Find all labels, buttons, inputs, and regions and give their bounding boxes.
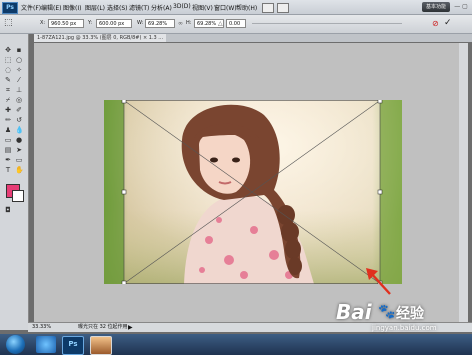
path-select-tool-icon[interactable]: ➤ <box>15 146 23 154</box>
ruler-tool-icon[interactable]: ⊥ <box>15 86 23 94</box>
background-color-swatch[interactable] <box>12 190 24 202</box>
status-info: 曝光只在 32 位起作用 <box>78 324 128 330</box>
transformed-image[interactable] <box>104 100 402 284</box>
move-tool-icon[interactable]: ✥ <box>4 46 12 54</box>
bridge-icon[interactable] <box>262 3 274 13</box>
history-brush-tool-icon[interactable]: ↺ <box>15 116 23 124</box>
angle-field[interactable]: 0.00 <box>226 19 246 28</box>
menu-window[interactable]: 窗口(W) <box>214 3 237 12</box>
menu-view[interactable]: 视图(V) <box>192 3 213 12</box>
menu-analysis[interactable]: 分析(A) <box>151 3 172 12</box>
eyedropper-tool-icon[interactable]: ⌿ <box>4 96 12 104</box>
quick-select-tool-icon[interactable]: ✎ <box>4 76 12 84</box>
red-arrow-icon <box>366 268 391 295</box>
transform-tool-icon[interactable]: ⬚ <box>4 18 14 29</box>
brush-tool-icon[interactable]: ✏ <box>4 116 12 124</box>
baidu-watermark: Bai 🐾 经验 jingyan.baidu.com <box>336 300 468 336</box>
menu-bar: Ps 文件(F) 编辑(E) 图像(I) 图层(L) 选择(S) 滤镜(T) 分… <box>0 0 472 15</box>
windows-start-icon[interactable] <box>6 335 25 354</box>
slice-tool-icon[interactable]: ⁄ <box>15 76 23 84</box>
ellipse-tool-icon[interactable]: ○ <box>15 56 23 64</box>
healing-tool-icon[interactable]: ✚ <box>4 106 12 114</box>
menu-select[interactable]: 选择(S) <box>107 3 128 12</box>
angle-icon: △ <box>218 20 223 27</box>
commit-transform-icon[interactable]: ✓ <box>444 19 453 28</box>
options-divider <box>252 23 402 24</box>
menu-edit[interactable]: 编辑(E) <box>41 3 61 12</box>
photoshop-logo: Ps <box>2 2 18 14</box>
crop-tool-icon[interactable]: ⌗ <box>4 86 12 94</box>
hand-tool-icon[interactable]: ✋ <box>15 166 24 174</box>
dodge-tool-icon[interactable]: ● <box>15 136 23 144</box>
pen-tool-icon[interactable]: ✒ <box>4 156 12 164</box>
artboard-tool-icon[interactable]: ▪ <box>15 46 23 54</box>
h-label: H: <box>186 20 192 26</box>
lasso-tool-icon[interactable]: ◌ <box>4 66 12 74</box>
width-field[interactable]: 69.28% <box>145 19 175 28</box>
watermark-brand-2: 经验 <box>396 306 424 322</box>
type-tool-icon[interactable]: T <box>4 166 12 174</box>
photoshop-taskbar-label: Ps <box>68 340 78 348</box>
menu-help[interactable]: 帮助(H) <box>236 3 257 12</box>
image-viewer-icon[interactable] <box>90 336 112 355</box>
menu-3d[interactable]: 3D(D) <box>173 3 191 10</box>
stamp-tool-icon[interactable]: ♟ <box>4 126 12 134</box>
y-label: Y: <box>88 20 93 26</box>
menu-filter[interactable]: 滤镜(T) <box>129 3 149 12</box>
magic-wand-tool-icon[interactable]: ✧ <box>15 66 23 74</box>
zoom-level[interactable]: 33.33% <box>32 323 51 332</box>
paw-icon: 🐾 <box>378 304 396 320</box>
menu-layer[interactable]: 图层(L) <box>85 3 105 12</box>
watermark-url: jingyan.baidu.com <box>372 324 437 332</box>
marquee-tool-icon[interactable]: ⬚ <box>4 56 12 64</box>
blur-tool-icon[interactable]: 💧 <box>15 126 24 134</box>
watermark-brand: Bai <box>336 300 372 324</box>
workspace-basic-button[interactable]: 基本功能 <box>422 2 450 12</box>
window-controls-icon[interactable]: — ▢ <box>453 3 469 11</box>
x-field[interactable]: 960.50 px <box>48 19 84 28</box>
mini-bridge-icon[interactable] <box>277 3 289 13</box>
link-icon[interactable]: ∞ <box>178 20 184 27</box>
menu-file[interactable]: 文件(F) <box>21 3 41 12</box>
gradient-tool-icon[interactable]: ▤ <box>4 146 12 154</box>
vertical-scrollbar[interactable] <box>459 43 468 322</box>
w-label: W: <box>137 20 144 26</box>
tools-panel: ✥ ⬚ ◌ ✎ ⌗ ⌿ ✚ ✏ ♟ ▭ ▤ ✒ T ▪ ○ ✧ ⁄ ⊥ ◎ ✐ … <box>0 34 29 330</box>
menu-image[interactable]: 图像(I) <box>63 3 81 12</box>
windows-taskbar: Ps <box>0 334 472 355</box>
options-bar: ⬚ X: 960.50 px Y: 600.00 px W: 69.28% ∞ … <box>0 15 472 34</box>
cancel-transform-icon[interactable]: ⊘ <box>432 19 441 28</box>
quick-mask-icon[interactable]: ◘ <box>4 206 12 214</box>
pencil-tool-icon[interactable]: ✐ <box>15 106 23 114</box>
document-tab-bar: 1-87ZA121.jpg @ 33.3% (图层 0, RGB/8#) × 1… <box>34 34 472 42</box>
document-tab[interactable]: 1-87ZA121.jpg @ 33.3% (图层 0, RGB/8#) × 1… <box>34 34 167 42</box>
eraser-tool-icon[interactable]: ▭ <box>4 136 12 144</box>
patch-tool-icon[interactable]: ◎ <box>15 96 23 104</box>
shape-tool-icon[interactable]: ▭ <box>15 156 23 164</box>
y-field[interactable]: 600.00 px <box>96 19 132 28</box>
internet-explorer-icon[interactable] <box>36 336 56 353</box>
x-label: X: <box>40 20 46 26</box>
photoshop-taskbar-icon[interactable]: Ps <box>62 336 84 355</box>
status-arrow-icon[interactable]: ▶ <box>128 323 133 332</box>
